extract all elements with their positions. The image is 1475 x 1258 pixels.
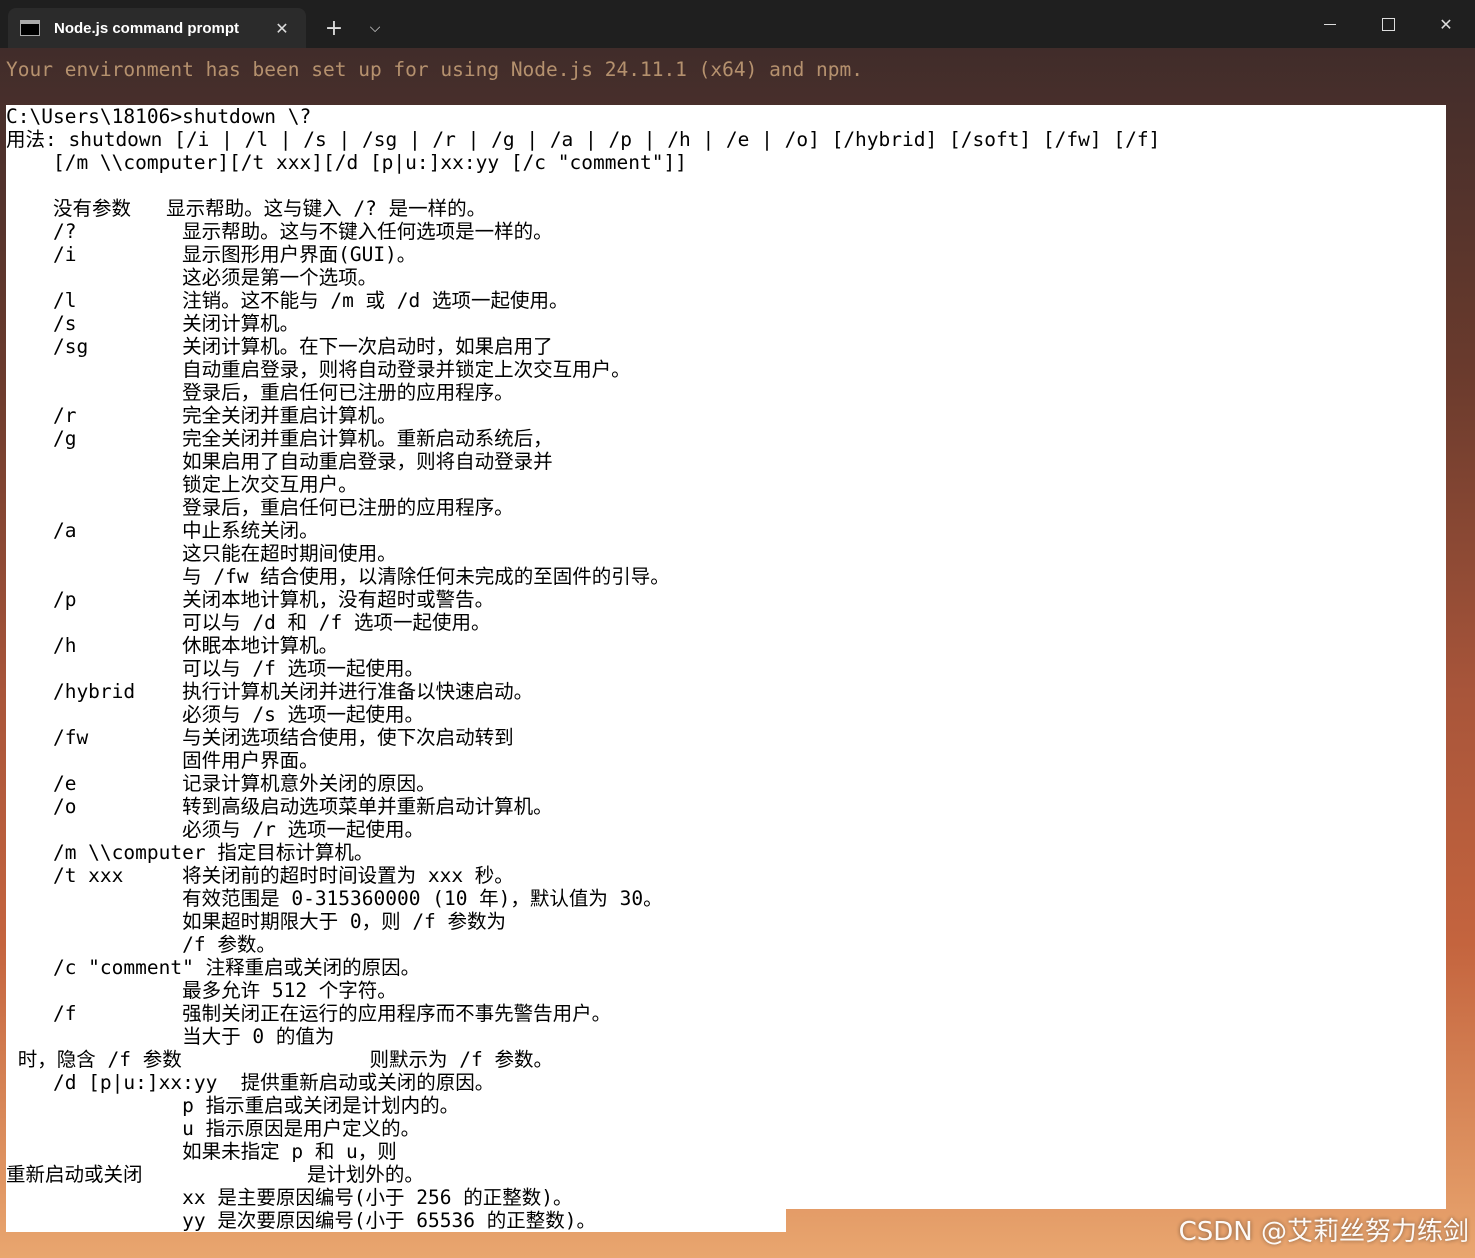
- window-controls: ✕: [1301, 0, 1475, 48]
- terminal-line: 这必须是第一个选项。: [6, 266, 378, 289]
- terminal-line: p 指示重启或关闭是计划内的。: [6, 1094, 460, 1117]
- new-tab-button[interactable]: +: [308, 8, 360, 48]
- terminal-output: C:\Users\18106>shutdown \? 用法: shutdown […: [6, 105, 1160, 1232]
- terminal-line: /e 记录计算机意外关闭的原因。: [6, 772, 436, 795]
- watermark: CSDN @艾莉丝努力练剑: [1178, 1217, 1469, 1247]
- close-button[interactable]: ✕: [1417, 0, 1475, 48]
- terminal-line: 如果未指定 p 和 u，则: [6, 1140, 397, 1163]
- terminal-line: /m \\computer 指定目标计算机。: [6, 841, 374, 864]
- terminal-line: C:\Users\18106>shutdown \?: [6, 105, 312, 128]
- terminal-line: 可以与 /f 选项一起使用。: [6, 657, 425, 680]
- terminal-line: 必须与 /r 选项一起使用。: [6, 818, 425, 841]
- terminal-line: 自动重启登录，则将自动登录并锁定上次交互用户。: [6, 358, 631, 381]
- terminal-line: 当大于 0 的值为: [6, 1025, 335, 1048]
- terminal-line: 重新启动或关闭 是计划外的。: [6, 1163, 424, 1186]
- terminal-line: /l 注销。这不能与 /m 或 /d 选项一起使用。: [6, 289, 569, 312]
- terminal-line: /d [p|u:]xx:yy 提供重新启动或关闭的原因。: [6, 1071, 495, 1094]
- terminal-line: 可以与 /d 和 /f 选项一起使用。: [6, 611, 491, 634]
- env-setup-message: Your environment has been set up for usi…: [6, 58, 864, 81]
- terminal-line: /c "comment" 注释重启或关闭的原因。: [6, 956, 421, 979]
- tab-close-button[interactable]: ✕: [270, 19, 294, 38]
- terminal-line: 有效范围是 0-315360000 (10 年)，默认值为 30。: [6, 887, 663, 910]
- terminal-line: /h 休眠本地计算机。: [6, 634, 339, 657]
- terminal-area[interactable]: Your environment has been set up for usi…: [0, 48, 1475, 1258]
- terminal-line: yy 是次要原因编号(小于 65536 的正整数)。: [6, 1209, 596, 1232]
- terminal-line: 最多允许 512 个字符。: [6, 979, 397, 1002]
- terminal-line: /s 关闭计算机。: [6, 312, 300, 335]
- terminal-line: /i 显示图形用户界面(GUI)。: [6, 243, 417, 266]
- terminal-line: 如果启用了自动重启登录，则将自动登录并: [6, 450, 553, 473]
- maximize-button[interactable]: [1359, 0, 1417, 48]
- maximize-icon: [1381, 17, 1395, 31]
- terminal-icon: [20, 20, 40, 36]
- terminal-line: /t xxx 将关闭前的超时时间设置为 xxx 秒。: [6, 864, 514, 887]
- chevron-down-icon[interactable]: ⌵: [360, 8, 390, 48]
- terminal-line: 与 /fw 结合使用，以清除任何未完成的至固件的引导。: [6, 565, 670, 588]
- terminal-line: 时，隐含 /f 参数 则默示为 /f 参数。: [6, 1048, 553, 1071]
- terminal-line: 如果超时期限大于 0，则 /f 参数为: [6, 910, 507, 933]
- tab-node-command-prompt[interactable]: Node.js command prompt ✕: [8, 8, 306, 48]
- title-bar: Node.js command prompt ✕ + ⌵ ✕: [0, 0, 1475, 48]
- terminal-line: /o 转到高级启动选项菜单并重新启动计算机。: [6, 795, 553, 818]
- terminal-line: 必须与 /s 选项一起使用。: [6, 703, 425, 726]
- terminal-line: xx 是主要原因编号(小于 256 的正整数)。: [6, 1186, 573, 1209]
- terminal-line: 登录后，重启任何已注册的应用程序。: [6, 496, 514, 519]
- terminal-line: 锁定上次交互用户。: [6, 473, 358, 496]
- terminal-line: /f 强制关闭正在运行的应用程序而不事先警告用户。: [6, 1002, 612, 1025]
- tab-title: Node.js command prompt: [54, 19, 240, 37]
- minimize-button[interactable]: [1301, 0, 1359, 48]
- terminal-line: 固件用户界面。: [6, 749, 319, 772]
- terminal-line: /sg 关闭计算机。在下一次启动时，如果启用了: [6, 335, 553, 358]
- terminal-line: 这只能在超时期间使用。: [6, 542, 397, 565]
- terminal-line: /fw 与关闭选项结合使用，使下次启动转到: [6, 726, 514, 749]
- terminal-line: u 指示原因是用户定义的。: [6, 1117, 421, 1140]
- terminal-line: /hybrid 执行计算机关闭并进行准备以快速启动。: [6, 680, 534, 703]
- terminal-line: /f 参数。: [6, 933, 276, 956]
- terminal-line: 没有参数 显示帮助。这与键入 /? 是一样的。: [6, 197, 487, 220]
- terminal-line: 登录后，重启任何已注册的应用程序。: [6, 381, 514, 404]
- terminal-line: /p 关闭本地计算机，没有超时或警告。: [6, 588, 495, 611]
- terminal-line: /? 显示帮助。这与不键入任何选项是一样的。: [6, 220, 553, 243]
- terminal-line: [/m \\computer][/t xxx][/d [p|u:]xx:yy […: [6, 151, 687, 174]
- terminal-line: /g 完全关闭并重启计算机。重新启动系统后，: [6, 427, 553, 450]
- terminal-line: /r 完全关闭并重启计算机。: [6, 404, 397, 427]
- terminal-line: 用法: shutdown [/i | /l | /s | /sg | /r | …: [6, 128, 1161, 151]
- terminal-line: /a 中止系统关闭。: [6, 519, 319, 542]
- minimize-icon: [1324, 23, 1336, 25]
